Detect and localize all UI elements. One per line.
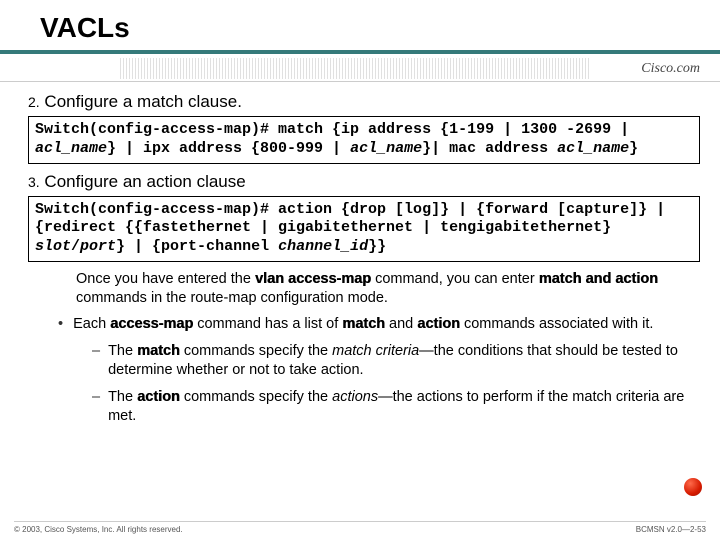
dash-icon: –	[92, 388, 100, 407]
codebox-match: Switch(config-access-map)# match {ip add…	[28, 116, 700, 164]
copyright-text: © 2003, Cisco Systems, Inc. All rights r…	[14, 525, 183, 534]
brand-text: Cisco.com	[641, 61, 700, 77]
step-2-num: 2.	[28, 94, 40, 110]
subbullet-action-text: The action commands specify the actions—…	[108, 388, 700, 426]
header-band: Cisco.com	[0, 56, 720, 82]
decorative-stripes	[120, 58, 590, 79]
subbullet-match-text: The match commands specify the match cri…	[108, 342, 700, 380]
step-3-text: Configure an action clause	[44, 172, 245, 191]
subbullet-match: – The match commands specify the match c…	[92, 342, 700, 380]
title-underline	[0, 50, 720, 54]
slide-footer: © 2003, Cisco Systems, Inc. All rights r…	[14, 521, 706, 534]
step-3: 3. Configure an action clause	[28, 172, 700, 192]
content-area: 2. Configure a match clause. Switch(conf…	[0, 82, 720, 426]
dash-icon: –	[92, 342, 100, 361]
page-title: VACLs	[0, 0, 720, 50]
bullet-dot-icon: •	[58, 315, 63, 334]
step-2-text: Configure a match clause.	[44, 92, 242, 111]
subbullet-action: – The action commands specify the action…	[92, 388, 700, 426]
step-3-num: 3.	[28, 174, 40, 190]
slide-number: BCMSN v2.0—2-53	[636, 525, 706, 534]
step-2: 2. Configure a match clause.	[28, 92, 700, 112]
bullet-access-map: • Each access-map command has a list of …	[58, 315, 700, 334]
bullet-text: Each access-map command has a list of ma…	[73, 315, 653, 334]
codebox-action: Switch(config-access-map)# action {drop …	[28, 196, 700, 262]
laser-pointer-icon	[684, 478, 702, 496]
intro-paragraph: Once you have entered the vlan access-ma…	[76, 270, 700, 308]
